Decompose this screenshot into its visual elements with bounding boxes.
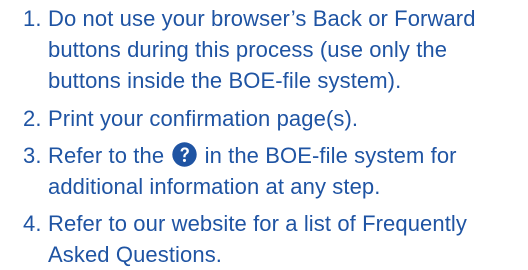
- item-line: buttons during this process (use only th…: [48, 37, 448, 62]
- item-text-after-icon: in the BOE-file system for: [204, 143, 457, 168]
- item-number: 3.: [23, 143, 42, 168]
- item-number: 1.: [23, 6, 42, 31]
- instruction-list: 1. Do not use your browser’s Back or For…: [0, 0, 528, 267]
- item-text: Print your confirmation page(s).: [48, 103, 523, 134]
- item-number: 2.: [23, 106, 42, 131]
- question-mark-circle-icon: [172, 142, 198, 167]
- item-line: Refer to the in the BOE-file system for: [48, 140, 523, 171]
- item-line: additional information at any step.: [48, 174, 381, 199]
- item-line: buttons inside the BOE-file system).: [48, 68, 402, 93]
- item-line: Print your confirmation page(s).: [48, 106, 359, 131]
- item-number: 4.: [23, 211, 42, 236]
- item-text-before-icon: Refer to the: [48, 143, 165, 168]
- item-text: Refer to our website for a list of Frequ…: [48, 208, 523, 270]
- item-line: Asked Questions.: [48, 242, 223, 267]
- item-text: Do not use your browser’s Back or Forwar…: [48, 3, 523, 96]
- item-line: Do not use your browser’s Back or Forwar…: [48, 6, 476, 31]
- item-text: Refer to the in the BOE-file system for …: [48, 140, 523, 202]
- item-line: Refer to our website for a list of Frequ…: [48, 211, 468, 236]
